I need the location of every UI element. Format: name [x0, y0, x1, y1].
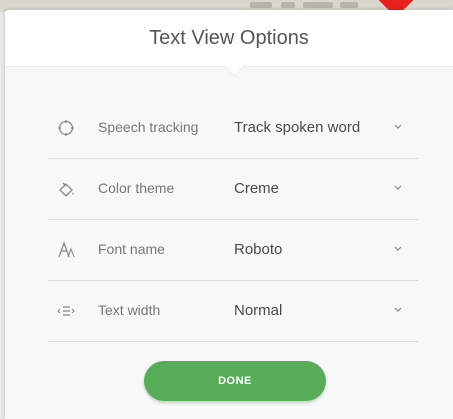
dialog-header: Text View Options — [5, 10, 453, 67]
chevron-down-icon[interactable] — [390, 118, 406, 134]
font-icon — [56, 240, 76, 260]
paint-bucket-icon — [56, 179, 76, 199]
dialog-title: Text View Options — [149, 27, 309, 49]
color-theme-select[interactable]: Creme — [234, 180, 279, 197]
option-row-text-width[interactable]: Text width Normal — [48, 281, 418, 342]
chevron-down-icon[interactable] — [390, 179, 406, 195]
text-width-icon — [56, 301, 76, 321]
option-label-color-theme: Color theme — [98, 180, 175, 196]
option-row-speech-tracking[interactable]: Speech tracking Track spoken word — [48, 98, 418, 159]
option-row-color-theme[interactable]: Color theme Creme — [48, 159, 418, 220]
option-label-font-name: Font name — [98, 241, 165, 257]
done-button[interactable]: DONE — [144, 361, 326, 401]
option-row-font-name[interactable]: Font name Roboto — [48, 220, 418, 281]
speech-tracking-icon — [56, 118, 76, 138]
text-width-select[interactable]: Normal — [234, 302, 282, 319]
chevron-down-icon[interactable] — [390, 301, 406, 317]
text-view-options-dialog: Text View Options Speech tracking Track … — [5, 10, 453, 419]
font-name-select[interactable]: Roboto — [234, 241, 282, 258]
option-label-speech-tracking: Speech tracking — [98, 119, 199, 135]
option-label-text-width: Text width — [98, 302, 161, 318]
chevron-down-icon[interactable] — [390, 240, 406, 256]
speech-tracking-select[interactable]: Track spoken word — [234, 119, 360, 136]
